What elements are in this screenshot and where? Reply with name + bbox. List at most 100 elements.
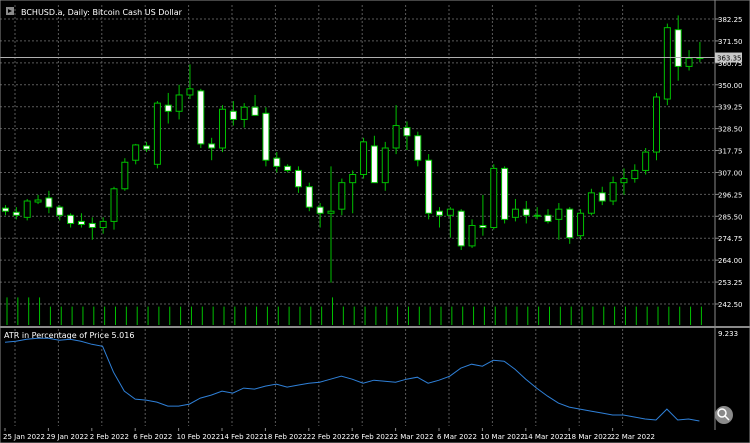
- bull-candle-body: [511, 208, 519, 218]
- bear-candle-body: [208, 143, 216, 149]
- bear-candle-body: [2, 207, 9, 212]
- time-tick-label: 29 Jan 2022: [46, 433, 88, 441]
- bull-candle-body: [360, 141, 368, 176]
- time-tick-label: 14 Feb 2022: [220, 433, 264, 441]
- bull-candle-body: [555, 208, 563, 220]
- bear-candle-body: [522, 208, 530, 216]
- price-tick-label: 242.50: [718, 301, 743, 309]
- bear-candle-body: [425, 159, 433, 214]
- bear-candle-body: [273, 157, 281, 167]
- bull-candle-body: [620, 178, 628, 184]
- bear-candle-body: [316, 206, 324, 214]
- bull-candle-body: [663, 27, 671, 100]
- time-tick-label: 2 Mar 2022: [394, 433, 434, 441]
- bear-candle-body: [544, 214, 552, 222]
- time-tick-label: 14 Mar 2022: [524, 433, 568, 441]
- bull-candle-body: [219, 108, 226, 149]
- bear-candle-body: [262, 112, 270, 161]
- time-tick-label: 22 Mar 2022: [611, 433, 655, 441]
- bull-candle-body: [381, 147, 389, 184]
- time-axis: 25 Jan 2022 29 Jan 2022 2 Feb 2022 6 Feb 20…: [3, 428, 655, 441]
- indicator-max-label: 9.233: [718, 330, 738, 338]
- bear-candle-body: [598, 192, 606, 202]
- price-tick-label: 264.00: [718, 257, 743, 265]
- bull-candle-body: [175, 94, 183, 112]
- bear-candle-body: [56, 206, 64, 216]
- bull-candle-body: [153, 102, 161, 165]
- bear-candle-body: [370, 145, 378, 184]
- price-axis: 382.25371.50360.75350.00339.25328.50317.…: [714, 0, 743, 327]
- bear-candle-body: [414, 135, 422, 161]
- bull-candle-body: [577, 212, 585, 237]
- time-tick-label: 2 Feb 2022: [90, 433, 129, 441]
- bull-candle-body: [533, 214, 541, 217]
- bear-candle-body: [164, 104, 172, 112]
- bear-candle-body: [479, 224, 487, 229]
- price-tick-label: 307.00: [718, 169, 743, 177]
- bull-candle-body: [327, 210, 335, 214]
- price-tick-label: 371.50: [718, 38, 743, 46]
- bear-candle-body: [403, 127, 411, 137]
- bear-candle-body: [305, 186, 313, 208]
- bull-candle-body: [110, 188, 118, 222]
- bull-candle-body: [349, 174, 357, 184]
- bull-candle-body: [685, 57, 693, 67]
- bear-candle-body: [229, 110, 237, 120]
- price-tick-label: 328.50: [718, 126, 743, 134]
- time-tick-label: 6 Feb 2022: [133, 433, 172, 441]
- bull-candle-body: [132, 144, 140, 161]
- bear-candle-body: [294, 169, 302, 188]
- trading-chart[interactable]: BCHUSD.a, Daily: Bitcoin Cash US Dollar …: [0, 0, 750, 443]
- bull-candle-body: [587, 192, 595, 214]
- time-tick-label: 26 Feb 2022: [350, 433, 394, 441]
- time-tick-label: 6 Mar 2022: [437, 433, 477, 441]
- bull-candle-body: [490, 167, 498, 229]
- zoom-icon[interactable]: [715, 406, 733, 424]
- time-tick-label: 22 Feb 2022: [307, 433, 351, 441]
- atr-line: [4, 337, 700, 422]
- price-tick-label: 274.75: [718, 235, 743, 243]
- candlesticks: [2, 15, 704, 283]
- bull-candle-body: [338, 182, 346, 210]
- bear-candle-body: [501, 167, 509, 220]
- bear-candle-body: [88, 222, 96, 229]
- time-tick-label: 18 Mar 2022: [567, 433, 611, 441]
- volume-bars: [6, 297, 702, 325]
- price-tick-label: 285.50: [718, 213, 743, 221]
- bull-candle-body: [34, 199, 42, 203]
- bear-candle-body: [674, 29, 682, 67]
- bull-candle-body: [446, 208, 454, 216]
- price-tick-label: 253.25: [718, 279, 743, 287]
- price-tick-label: 339.25: [718, 104, 743, 112]
- bull-candle-body: [99, 220, 107, 229]
- bear-candle-body: [45, 197, 53, 208]
- bull-candle-body: [186, 88, 194, 96]
- time-tick-label: 10 Feb 2022: [177, 433, 221, 441]
- bull-candle-body: [468, 224, 476, 247]
- bear-candle-body: [436, 210, 443, 216]
- bear-candle-body: [284, 165, 292, 171]
- bull-candle-body: [240, 106, 248, 120]
- bear-candle-body: [457, 210, 465, 247]
- price-tick-label: 382.25: [718, 16, 743, 24]
- time-tick-label: 10 Mar 2022: [480, 433, 524, 441]
- bear-candle-body: [143, 145, 151, 150]
- bull-candle-body: [23, 200, 31, 218]
- bear-candle-body: [12, 211, 20, 216]
- chart-title: BCHUSD.a, Daily: Bitcoin Cash US Dollar: [21, 8, 183, 17]
- current-price-label: 363.35: [717, 55, 742, 63]
- bull-candle-body: [631, 169, 639, 180]
- indicator-title: ATR in Percentage of Price 5.016: [4, 331, 134, 340]
- time-tick-label: 18 Feb 2022: [263, 433, 307, 441]
- bull-candle-body: [609, 182, 617, 202]
- bear-candle-body: [197, 90, 205, 145]
- bear-candle-body: [566, 208, 574, 239]
- bull-candle-body: [653, 96, 660, 153]
- price-tick-label: 296.25: [718, 191, 743, 199]
- price-tick-label: 317.75: [718, 148, 743, 156]
- bull-candle-body: [121, 161, 129, 190]
- bull-candle-body: [642, 151, 650, 171]
- grid-lines: [0, 5, 714, 426]
- price-tick-label: 350.00: [718, 82, 743, 90]
- time-tick-label: 25 Jan 2022: [3, 433, 45, 441]
